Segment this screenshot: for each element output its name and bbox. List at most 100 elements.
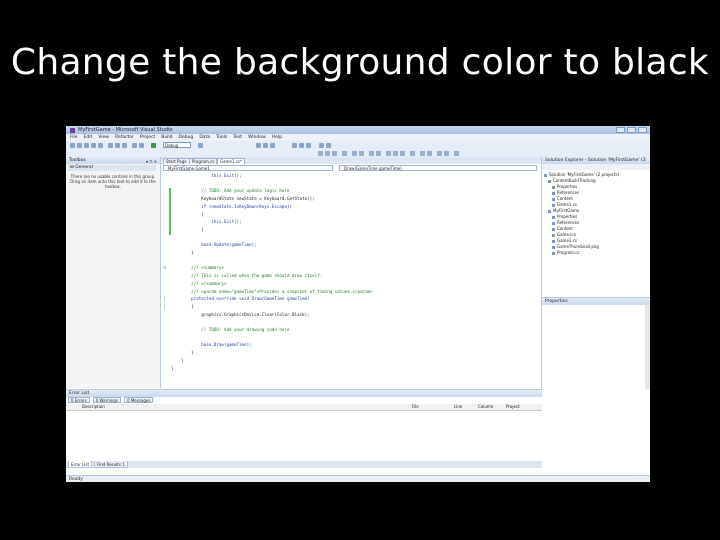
next-bookmark-icon[interactable] [400,151,405,156]
quick-info-icon[interactable] [332,151,337,156]
tab-error-list[interactable]: Error List [68,461,93,468]
previous-bookmark-in-document-icon[interactable] [437,151,442,156]
code-line[interactable]: graphics.GraphicsDevice.Clear(Color.Blac… [171,312,309,317]
complete-word-icon[interactable] [342,151,347,156]
undo-icon[interactable] [132,143,137,148]
menu-refactor[interactable]: Refactor [115,135,134,140]
tree-item[interactable]: Program.cs [552,250,579,255]
code-line[interactable]: } [171,350,194,355]
solution-explorer-icon[interactable] [256,143,261,148]
maximize-button[interactable] [627,127,636,133]
outline-toggle-icon[interactable]: ⊟ [163,265,167,270]
code-line[interactable]: base.Update(gameTime); [171,242,256,247]
tree-item[interactable]: GameThumbnail.png [552,244,599,249]
comment-out-icon[interactable] [369,151,374,156]
add-item-icon[interactable] [77,143,82,148]
increase-indent-icon[interactable] [359,151,364,156]
menu-edit[interactable]: Edit [84,135,93,140]
code-line[interactable]: base.Draw(gameTime); [171,342,251,347]
step-over-icon[interactable] [299,143,304,148]
column-line[interactable]: Line [454,404,462,410]
code-line[interactable]: /// <param name="gameTime">Provides a sn… [171,289,373,294]
step-into-icon[interactable] [292,143,297,148]
properties-scrollbar[interactable] [645,305,650,389]
tree-item[interactable]: MyFirstGame [548,208,579,213]
toolbox-group-general[interactable]: ⊟ General [68,165,156,171]
tree-item[interactable]: Game1.cs [552,238,577,243]
class-dropdown[interactable]: MyFirstGame.Game1 [163,165,333,171]
code-line[interactable]: /// This is called when the game should … [171,273,322,278]
code-line[interactable]: } [171,366,174,371]
code-line[interactable]: // TODO: Add your update logic here [171,188,289,193]
tree-item[interactable]: Properties [552,214,577,219]
tree-item[interactable]: Game1.cs [552,202,577,207]
save-all-icon[interactable] [98,143,103,148]
warnings-filter[interactable]: 0 Warnings [92,397,122,403]
menu-view[interactable]: View [98,135,109,140]
find-icon[interactable] [198,143,203,148]
menu-data[interactable]: Data [199,135,210,140]
column-file[interactable]: File [412,404,419,410]
tree-item[interactable]: Properties [552,184,577,189]
configuration-select[interactable]: Debug [163,142,191,148]
redo-icon[interactable] [139,143,144,148]
code-area[interactable]: this.Exit(); // TODO: Add your update lo… [161,173,541,387]
code-line[interactable]: /// </summary> [171,281,226,286]
paste-icon[interactable] [122,143,127,148]
outline-toggle-icon[interactable]: │ [163,296,167,301]
previous-bookmark-in-folder-icon[interactable] [420,151,425,156]
toggle-bookmark-icon[interactable] [386,151,391,156]
tab-start-page[interactable]: Start Page [163,158,190,164]
tab-program-cs[interactable]: Program.cs [189,158,218,164]
cut-icon[interactable] [108,143,113,148]
open-icon[interactable] [84,143,89,148]
display-member-list-icon[interactable] [318,151,323,156]
column-column[interactable]: Column [478,404,493,410]
menu-tools[interactable]: Tools [216,135,227,140]
tab-game1-cs[interactable]: Game1.cs* [217,158,246,164]
code-line[interactable]: } [171,250,194,255]
minimize-button[interactable] [616,127,625,133]
copy-icon[interactable] [115,143,120,148]
toolbox-icon[interactable] [270,143,275,148]
menu-project[interactable]: Project [140,135,155,140]
code-line[interactable]: } [171,358,184,363]
column-description[interactable]: Description [82,404,105,410]
breakpoint-icon[interactable] [319,143,324,148]
start-debugging-icon[interactable] [151,143,156,148]
tree-item[interactable]: Content [552,226,573,231]
outline-toggle-icon[interactable]: │ [163,304,167,309]
tab-find-results[interactable]: Find Results 1 [94,461,128,468]
decrease-indent-icon[interactable] [352,151,357,156]
code-line[interactable]: // TODO: Add your drawing code here [171,327,289,332]
tree-item[interactable]: ContentBuildTracking [548,178,596,183]
tree-item[interactable]: References [552,190,579,195]
code-line[interactable]: { [171,304,194,309]
code-line[interactable]: this.Exit(); [171,173,241,178]
code-line[interactable]: KeyboardState newState = Keyboard.GetSta… [171,196,314,201]
code-line[interactable]: } [171,227,204,232]
properties-icon[interactable] [263,143,268,148]
step-out-icon[interactable] [306,143,311,148]
code-line[interactable]: protected override void Draw(GameTime ga… [171,296,310,301]
code-line[interactable]: if (newState.IsKeyDown(Keys.Escape)) [171,204,292,209]
close-button[interactable] [638,127,647,133]
tree-item[interactable]: Solution 'MyFirstGame' (2 projects) [544,172,619,177]
member-dropdown[interactable]: Draw(GameTime gameTime) [339,165,537,171]
menu-help[interactable]: Help [272,135,282,140]
uncomment-icon[interactable] [376,151,381,156]
code-line[interactable]: this.Exit(); [171,219,241,224]
previous-bookmark-icon[interactable] [393,151,398,156]
tree-item[interactable]: Content [552,196,573,201]
tree-item[interactable]: References [552,220,579,225]
menu-test[interactable]: Test [233,135,242,140]
tree-item[interactable]: Game.ico [552,232,576,237]
clear-bookmarks-icon[interactable] [410,151,415,156]
menu-window[interactable]: Window [248,135,266,140]
menu-file[interactable]: File [70,135,78,140]
format-document-icon[interactable] [454,151,459,156]
watch-icon[interactable] [326,143,331,148]
menu-build[interactable]: Build [161,135,172,140]
column-project[interactable]: Project [506,404,520,410]
save-icon[interactable] [91,143,96,148]
